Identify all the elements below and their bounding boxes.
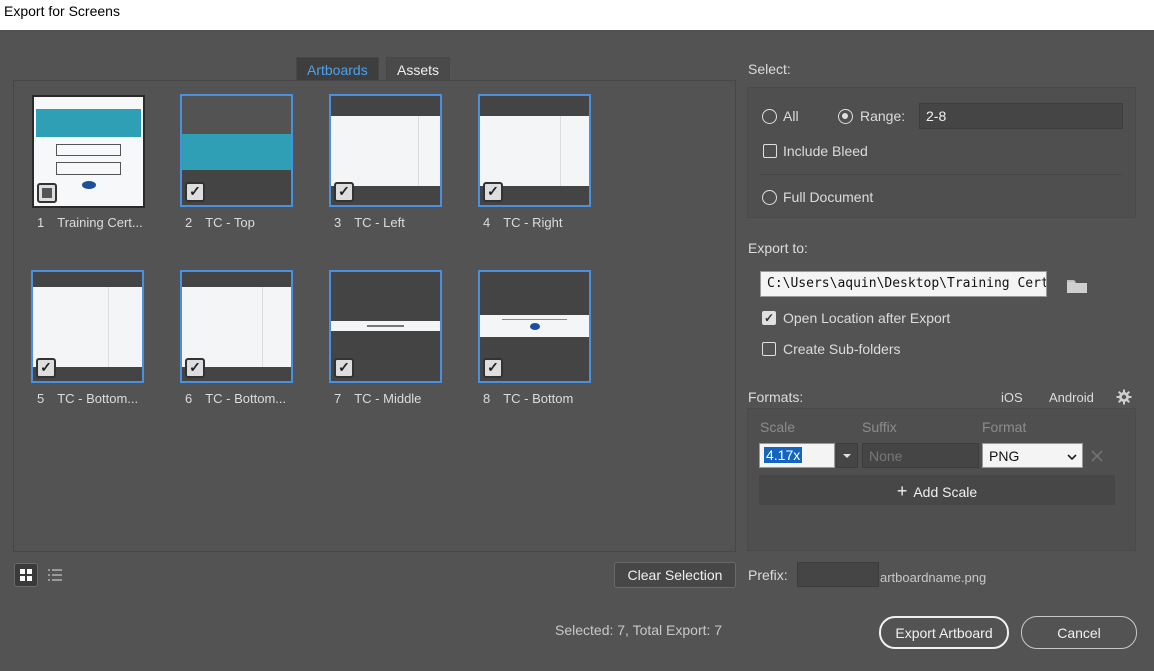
logo-graphic	[530, 323, 540, 330]
checkbox-checked-icon[interactable]: ✓	[185, 182, 205, 202]
artboard-thumb-2[interactable]: ✓	[180, 94, 293, 207]
include-bleed-checkbox[interactable]	[763, 144, 777, 158]
open-location-checkbox[interactable]: ✓	[762, 311, 776, 325]
artboard-label-3: 3 TC - Left	[334, 215, 405, 230]
artboard-preview	[480, 315, 589, 337]
cancel-button[interactable]: Cancel	[1021, 616, 1137, 649]
artboard-label-4: 4 TC - Right	[483, 215, 563, 230]
text-line-graphic	[367, 325, 404, 327]
folder-icon[interactable]	[1066, 278, 1088, 294]
grid-view-icon[interactable]	[14, 563, 38, 587]
checkbox-checked-icon[interactable]: ✓	[483, 182, 503, 202]
create-subfolders-label: Create Sub-folders	[783, 341, 901, 357]
logo-graphic	[82, 181, 96, 189]
window-title: Export for Screens	[0, 0, 1154, 30]
artboard-preview	[182, 287, 291, 367]
remove-scale-close-icon[interactable]	[1090, 449, 1104, 463]
artboard-thumb-6[interactable]: ✓	[180, 270, 293, 383]
checkbox-checked-icon[interactable]: ✓	[483, 358, 503, 378]
format-column-header: Format	[982, 419, 1027, 435]
banner-graphic	[36, 109, 141, 137]
prefix-filename-preview: artboardname.png	[880, 570, 987, 585]
artboard-thumb-1[interactable]	[32, 95, 145, 208]
checkbox-checked-icon[interactable]: ✓	[185, 358, 205, 378]
prefix-label: Prefix:	[748, 567, 788, 583]
radio-full-document[interactable]	[762, 190, 777, 205]
artboard-label-7: 7 TC - Middle	[334, 391, 422, 406]
full-document-label: Full Document	[783, 189, 874, 205]
artboard-thumb-8[interactable]: ✓	[478, 270, 591, 383]
export-to-heading: Export to:	[748, 240, 808, 256]
artboard-preview	[331, 116, 440, 186]
checkbox-icon[interactable]	[37, 183, 57, 203]
checkbox-checked-icon[interactable]: ✓	[36, 358, 56, 378]
divider	[760, 174, 1123, 175]
artboard-label-6: 6 TC - Bottom...	[185, 391, 287, 406]
artboard-preview	[33, 287, 142, 367]
chevron-down-icon	[1066, 450, 1078, 462]
select-heading: Select:	[748, 61, 791, 77]
formats-heading: Formats:	[748, 389, 804, 405]
selection-status: Selected: 7, Total Export: 7	[555, 622, 723, 638]
gear-icon[interactable]	[1116, 389, 1132, 405]
tab-artboards[interactable]: Artboards	[296, 57, 379, 80]
artboard-thumb-5[interactable]: ✓	[31, 270, 144, 383]
list-view-icon[interactable]	[43, 563, 67, 587]
tab-assets[interactable]: Assets	[386, 57, 451, 80]
scale-value-selected: 4.17x	[764, 447, 803, 463]
artboard-preview	[480, 116, 589, 186]
artboard-bg	[182, 96, 291, 134]
create-subfolders-checkbox[interactable]	[762, 342, 776, 356]
clear-selection-button[interactable]: Clear Selection	[614, 562, 736, 588]
banner-graphic	[182, 134, 291, 170]
artboard-label-2: 2 TC - Top	[185, 215, 255, 230]
open-location-label: Open Location after Export	[783, 310, 951, 326]
radio-range-label: Range:	[860, 108, 906, 124]
add-scale-label: Add Scale	[913, 484, 978, 500]
range-input[interactable]: 2-8	[919, 103, 1123, 129]
guide-line	[418, 116, 419, 186]
radio-all[interactable]	[762, 109, 777, 124]
export-artboard-button[interactable]: Export Artboard	[879, 616, 1009, 649]
plus-icon: +	[896, 481, 908, 501]
scale-dropdown-button[interactable]	[836, 443, 858, 468]
guide-line	[560, 116, 561, 186]
artboard-label-8: 8 TC - Bottom	[483, 391, 574, 406]
suffix-column-header: Suffix	[862, 419, 897, 435]
ios-button[interactable]: iOS	[1001, 390, 1023, 405]
prefix-input[interactable]	[797, 562, 879, 587]
format-select-value: PNG	[989, 448, 1020, 464]
date-box	[56, 162, 121, 175]
artboard-preview	[331, 321, 440, 331]
radio-range[interactable]	[838, 109, 853, 124]
scale-column-header: Scale	[760, 419, 796, 435]
checkbox-checked-icon[interactable]: ✓	[334, 182, 354, 202]
artboard-label-5: 5 TC - Bottom...	[37, 391, 139, 406]
radio-all-label: All	[783, 108, 799, 124]
scale-input[interactable]: 4.17x	[759, 443, 835, 468]
artboard-thumb-7[interactable]: ✓	[329, 270, 442, 383]
name-box	[56, 144, 121, 156]
add-scale-button[interactable]: + Add Scale	[759, 475, 1115, 505]
artboard-label-1: 1 Training Cert...	[37, 215, 143, 230]
text-line-graphic	[502, 319, 567, 320]
include-bleed-label: Include Bleed	[783, 143, 868, 159]
checkbox-checked-icon[interactable]: ✓	[334, 358, 354, 378]
guide-line	[108, 287, 109, 367]
artboard-thumb-4[interactable]: ✓	[478, 94, 591, 207]
guide-line	[262, 287, 263, 367]
export-path-input[interactable]: C:\Users\aquin\Desktop\Training Certific…	[760, 271, 1047, 297]
android-button[interactable]: Android	[1049, 390, 1094, 405]
suffix-input[interactable]: None	[862, 443, 979, 468]
artboard-thumb-3[interactable]: ✓	[329, 94, 442, 207]
